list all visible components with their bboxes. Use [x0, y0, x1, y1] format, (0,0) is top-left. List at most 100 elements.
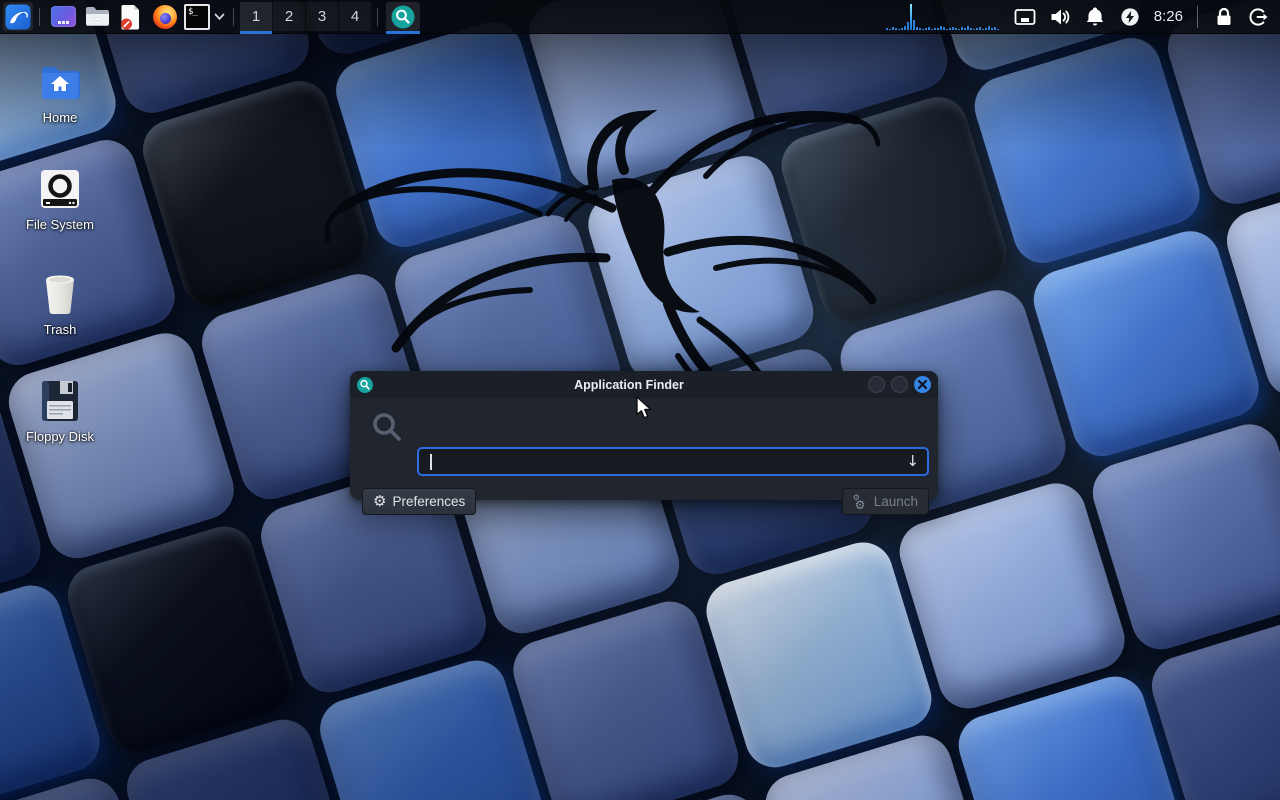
- desktop-icon-label: File System: [26, 217, 94, 232]
- text-editor-launcher[interactable]: [114, 2, 148, 31]
- desktop-icon-label: Floppy Disk: [26, 429, 94, 444]
- cpu-bar: [889, 29, 891, 30]
- cpu-bar: [919, 28, 921, 30]
- cpu-graph[interactable]: [886, 2, 1004, 31]
- terminal-launcher-menu-arrow[interactable]: [212, 2, 227, 31]
- trash-bin-icon: [40, 270, 80, 318]
- cpu-bar: [940, 26, 942, 30]
- terminal-launcher[interactable]: $_: [182, 2, 212, 31]
- workspace-4[interactable]: 4: [339, 2, 371, 31]
- bell-icon: [1085, 6, 1105, 27]
- text-editor-icon: [119, 4, 143, 30]
- power-manager-tray-icon[interactable]: [1113, 2, 1148, 31]
- mouse-cursor: [634, 396, 652, 420]
- cpu-bar: [967, 26, 969, 30]
- desktop-icon-home[interactable]: Home: [10, 58, 110, 125]
- cpu-bar: [925, 28, 927, 30]
- home-folder-icon: [40, 58, 80, 106]
- firefox-icon: [153, 5, 177, 29]
- cpu-bar: [979, 27, 981, 30]
- preferences-label: Preferences: [392, 494, 465, 509]
- workspace-number: 3: [318, 8, 326, 25]
- workspace-number: 1: [252, 8, 260, 25]
- cpu-bar: [934, 28, 936, 30]
- panel-separator: [1197, 6, 1198, 28]
- top-panel: $_ 1 2 3 4: [0, 0, 1280, 34]
- launch-icon: ⚙⚙: [853, 494, 868, 510]
- workspace-switcher: 1 2 3 4: [240, 0, 371, 33]
- log-out-icon: [1248, 7, 1269, 27]
- launch-button[interactable]: ⚙⚙ Launch: [842, 488, 929, 515]
- battery-power-icon: [1120, 7, 1140, 27]
- workspace-2[interactable]: 2: [273, 2, 305, 31]
- application-finder-window: Application Finder ↓: [350, 371, 938, 500]
- titlebar[interactable]: Application Finder: [350, 371, 938, 398]
- desktop-icon-floppy-disk[interactable]: Floppy Disk: [10, 377, 110, 444]
- terminal-icon: $_: [184, 4, 210, 30]
- cpu-bar: [991, 28, 993, 30]
- search-input[interactable]: ↓: [417, 447, 929, 476]
- cpu-bar: [901, 28, 903, 30]
- cpu-bar: [886, 28, 888, 30]
- firefox-launcher[interactable]: [148, 2, 182, 31]
- search-icon: [371, 411, 403, 443]
- cpu-bar: [931, 29, 933, 30]
- window-appfinder-icon: [357, 377, 373, 393]
- desktop-icon-label: Home: [43, 110, 78, 125]
- launch-label: Launch: [874, 494, 918, 509]
- cpu-bar: [892, 27, 894, 30]
- lock-screen-button[interactable]: [1206, 2, 1241, 31]
- network-tray-icon[interactable]: [1008, 2, 1043, 31]
- volume-tray-icon[interactable]: [1043, 2, 1078, 31]
- kali-desktop: Home File System: [0, 0, 1280, 800]
- kali-menu-button[interactable]: [3, 2, 33, 31]
- logout-button[interactable]: [1241, 2, 1276, 31]
- appfinder-task-button[interactable]: [386, 2, 420, 31]
- cpu-bar: [922, 29, 924, 30]
- workspace-number: 4: [351, 8, 359, 25]
- cpu-bar: [958, 29, 960, 30]
- maximize-button[interactable]: [891, 376, 908, 393]
- panel-separator: [377, 8, 378, 26]
- desktop-icon-trash[interactable]: Trash: [10, 270, 110, 337]
- cpu-bar: [985, 28, 987, 30]
- cpu-bar: [955, 28, 957, 30]
- floppy-disk-icon: [39, 377, 81, 425]
- panel-separator: [39, 8, 40, 26]
- desktop-icon-label: Trash: [44, 322, 77, 337]
- clock[interactable]: 8:26: [1148, 8, 1189, 25]
- cpu-bar: [910, 4, 912, 30]
- cpu-bar: [997, 29, 999, 30]
- cpu-bar: [982, 29, 984, 30]
- desktop-icon-file-system[interactable]: File System: [10, 165, 110, 232]
- cpu-bar: [946, 29, 948, 30]
- close-icon: [918, 380, 927, 389]
- cpu-bar: [913, 20, 915, 30]
- preferences-button[interactable]: ⚙ Preferences: [362, 488, 476, 515]
- dropdown-arrow-icon[interactable]: ↓: [906, 452, 919, 470]
- cpu-bar: [928, 27, 930, 30]
- cpu-bar: [949, 28, 951, 30]
- notifications-tray-icon[interactable]: [1078, 2, 1113, 31]
- search-input-field[interactable]: [419, 449, 927, 474]
- cpu-bar: [904, 26, 906, 30]
- cpu-bar: [976, 28, 978, 30]
- workspace-number: 2: [285, 8, 293, 25]
- active-task-underline: [386, 31, 420, 34]
- file-manager-launcher[interactable]: [80, 2, 114, 31]
- appfinder-teal-magnifier-icon: [391, 5, 415, 29]
- panel-separator: [233, 8, 234, 26]
- desktop-launcher[interactable]: [46, 2, 80, 31]
- cpu-bar: [994, 27, 996, 30]
- active-workspace-underline: [240, 31, 272, 34]
- close-button[interactable]: [914, 376, 931, 393]
- cpu-bar: [907, 22, 909, 30]
- cpu-bar: [898, 29, 900, 30]
- cpu-bar: [961, 27, 963, 30]
- cpu-bar: [973, 29, 975, 30]
- workspace-1[interactable]: 1: [240, 2, 272, 31]
- minimize-button[interactable]: [868, 376, 885, 393]
- volume-icon: [1049, 7, 1071, 27]
- cpu-bar: [970, 28, 972, 30]
- workspace-3[interactable]: 3: [306, 2, 338, 31]
